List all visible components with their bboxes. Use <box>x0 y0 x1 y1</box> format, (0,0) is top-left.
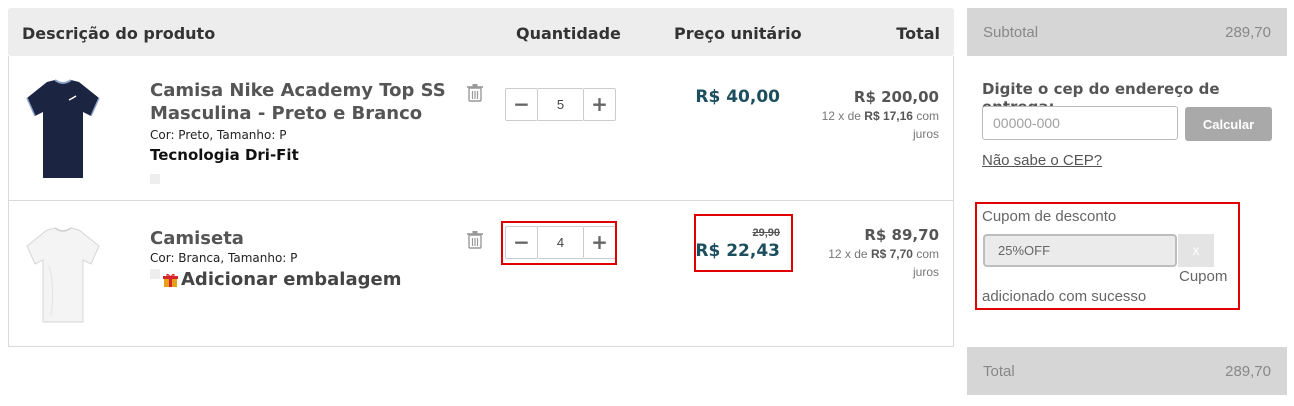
line-total: R$ 200,00 <box>853 88 939 106</box>
subtotal-value: 289,70 <box>1225 24 1271 41</box>
coupon-highlight-box <box>975 202 1240 310</box>
quantity-highlight-box <box>501 221 617 265</box>
total-bar: Total 289,70 <box>967 347 1287 395</box>
header-quantity: Quantidade <box>516 24 621 43</box>
total-label: Total <box>983 363 1015 380</box>
cart-table-body: Camisa Nike Academy Top SS Masculina - P… <box>8 56 954 347</box>
add-gift-wrap-link[interactable]: Adicionar embalagem <box>181 269 401 290</box>
header-unit-price: Preço unitário <box>674 24 802 43</box>
product-attributes: Cor: Branca, Tamanho: P <box>150 251 298 265</box>
unknown-cep-link[interactable]: Não sabe o CEP? <box>982 152 1102 169</box>
header-total: Total <box>896 24 940 43</box>
placeholder-checkbox <box>150 174 160 184</box>
product-image-white-shirt[interactable] <box>25 226 101 326</box>
installments-suffix: com juros <box>912 247 939 279</box>
increase-quantity-button[interactable]: + <box>583 88 616 121</box>
installments-info: 12 x de R$ 7,70 com juros <box>799 245 939 281</box>
product-name[interactable]: Camisa Nike Academy Top SS Masculina - P… <box>150 79 450 125</box>
cart-table-header: Descrição do produto Quantidade Preço un… <box>8 8 954 56</box>
product-feature: Tecnologia Dri-Fit <box>150 146 299 164</box>
gift-icon[interactable] <box>163 273 178 288</box>
header-description: Descrição do produto <box>22 24 216 43</box>
placeholder-checkbox <box>150 269 160 279</box>
product-image-black-shirt[interactable] <box>25 78 101 182</box>
quantity-stepper: − 5 + <box>505 88 616 121</box>
unit-price: R$ 40,00 <box>695 87 780 107</box>
product-attributes: Cor: Preto, Tamanho: P <box>150 128 287 142</box>
trash-icon[interactable] <box>467 231 483 249</box>
calculate-shipping-button[interactable]: Calcular <box>1185 107 1272 141</box>
subtotal-label: Subtotal <box>983 24 1039 41</box>
installments-info: 12 x de R$ 17,16 com juros <box>799 107 939 143</box>
product-name[interactable]: Camiseta <box>150 227 450 250</box>
subtotal-bar: Subtotal 289,70 <box>967 8 1287 56</box>
installment-value: R$ 7,70 <box>870 247 913 261</box>
installments-suffix: com juros <box>912 109 939 141</box>
installments-prefix: 12 x de <box>821 109 861 123</box>
cep-input[interactable] <box>982 106 1178 140</box>
decrease-quantity-button[interactable]: − <box>505 88 538 121</box>
cart-row: Camiseta Cor: Branca, Tamanho: P Adicion… <box>9 201 953 346</box>
line-total: R$ 89,70 <box>864 226 939 244</box>
installment-value: R$ 17,16 <box>864 109 913 123</box>
total-value: 289,70 <box>1225 363 1271 380</box>
installments-prefix: 12 x de <box>828 247 868 261</box>
trash-icon[interactable] <box>467 84 483 102</box>
quantity-input[interactable]: 5 <box>538 88 583 121</box>
price-highlight-box <box>694 214 793 272</box>
cart-row: Camisa Nike Academy Top SS Masculina - P… <box>9 56 953 201</box>
cart-table: Descrição do produto Quantidade Preço un… <box>8 8 954 347</box>
